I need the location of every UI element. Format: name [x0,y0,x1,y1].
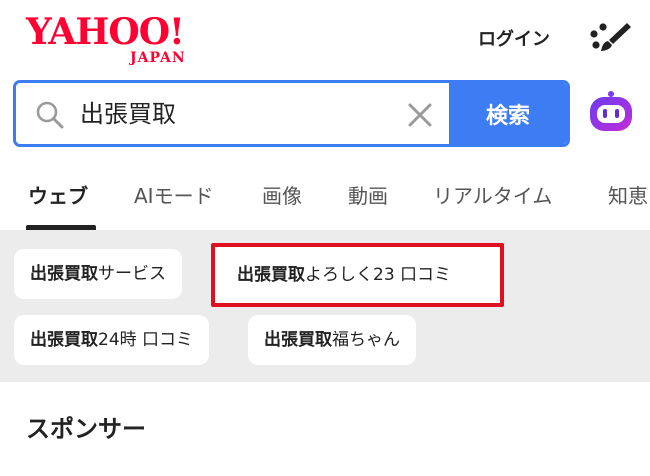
brush-icon[interactable] [589,20,633,56]
search-tabs: ウェブ AIモード 画像 動画 リアルタイム 知恵 [0,166,650,230]
clear-icon[interactable] [406,101,434,129]
search-button[interactable]: 検索 [449,83,567,144]
sponsor-heading: スポンサー [26,415,146,443]
tab-realtime[interactable]: リアルタイム [433,182,552,210]
suggestion-rest: サービス [98,264,166,284]
suggestion-chip-highlighted[interactable]: 出張買取よろしく23 口コミ [211,243,504,307]
suggestion-chip[interactable]: 出張買取サービス [14,249,182,299]
yahoo-japan-logo[interactable]: YAHOO! JAPAN [26,11,204,66]
related-searches: 出張買取サービス 出張買取よろしく23 口コミ 出張買取24時 口コミ 出張買取… [0,230,650,382]
suggestion-chip[interactable]: 出張買取24時 口コミ [14,315,210,365]
suggestion-bold: 出張買取 [264,330,332,350]
suggestion-rest: 福ちゃん [332,330,400,350]
suggestion-rest: 24時 口コミ [98,330,194,350]
search-icon [36,101,64,129]
logo-text: YAHOO! [26,11,185,53]
tab-web[interactable]: ウェブ [28,182,88,210]
suggestion-bold: 出張買取 [30,330,98,350]
search-box: 出張買取 検索 [13,80,570,147]
assistant-icon[interactable] [586,88,636,138]
login-link[interactable]: ログイン [478,28,550,52]
tab-images[interactable]: 画像 [262,182,302,210]
tab-ai-mode[interactable]: AIモード [134,182,214,210]
tab-videos[interactable]: 動画 [348,182,388,210]
logo-subtext: JAPAN [130,50,186,66]
suggestion-bold: 出張買取 [30,264,98,284]
tab-chiebukuro[interactable]: 知恵 [608,182,648,210]
suggestion-rest: よろしく23 口コミ [305,265,452,285]
suggestion-bold: 出張買取 [237,265,305,285]
search-input[interactable]: 出張買取 [80,97,176,131]
suggestion-chip[interactable]: 出張買取福ちゃん [248,315,416,365]
